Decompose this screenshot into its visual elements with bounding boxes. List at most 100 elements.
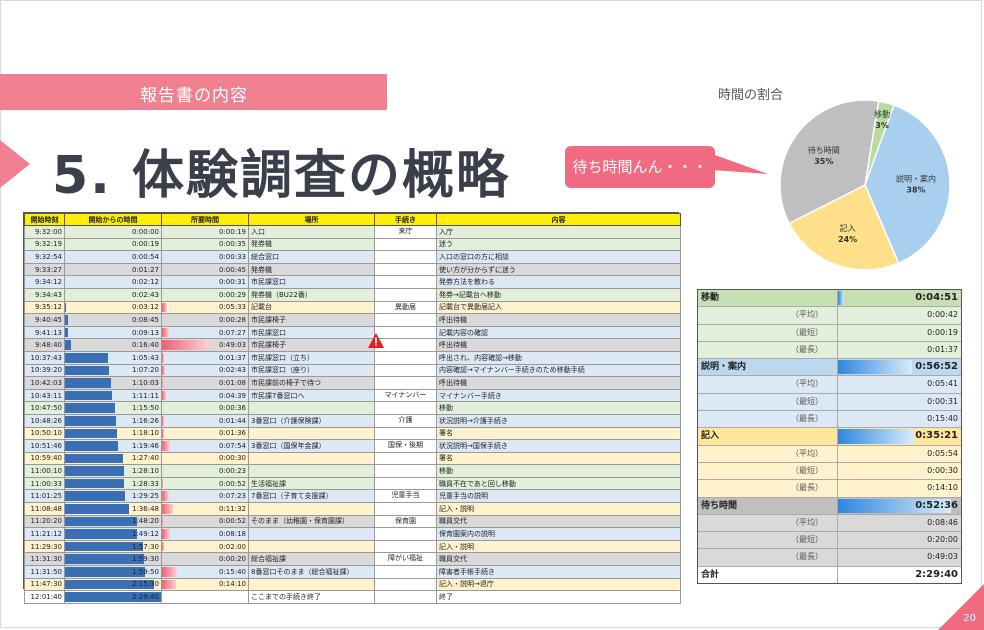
dur-cell: 0:15:40: [161, 565, 249, 579]
elapsed-text: 1:28:33: [132, 479, 159, 488]
start-cell: 9:34:12: [24, 275, 65, 289]
progress-bar: [65, 327, 68, 338]
summary-label: （平均）: [698, 307, 838, 324]
dur-text: 0:08:18: [219, 530, 246, 539]
start-text: 10:43:11: [30, 391, 62, 400]
start-text: 10:48:26: [30, 416, 62, 425]
summary-value-text: 0:00:19: [927, 327, 958, 337]
summary-row: 待ち時間 0:52:36: [698, 497, 961, 515]
summary-row: （平均） 0:05:41: [698, 376, 961, 394]
dur-cell: 0:00:45: [161, 262, 249, 277]
dur-cell: 0:00:33: [161, 250, 249, 264]
progress-bar: [65, 415, 116, 426]
place-text: 市民課窓口（立ち）: [251, 353, 314, 362]
progress-bar: [65, 529, 137, 539]
summary-value-text: 0:49:03: [927, 552, 958, 562]
dur-cell: 0:07:54: [161, 439, 249, 453]
progress-bar: [65, 352, 109, 363]
content-text: 状況説明→介護手続き: [439, 416, 508, 425]
table-row: 10:59:40 1:27:40 0:00:30 署名: [24, 451, 681, 466]
proc-cell: 児童手当: [374, 489, 437, 504]
content-text: 職員不在であと回し移動: [439, 479, 516, 488]
dur-text: 0:01:36: [219, 429, 246, 438]
proc-cell: [374, 590, 437, 604]
dur-text: 0:07:54: [219, 441, 246, 450]
elapsed-text: 0:01:27: [132, 265, 159, 274]
content-text: 記載台で異動届記入: [439, 303, 502, 312]
elapsed-text: 0:00:19: [132, 240, 159, 249]
progress-bar: [65, 491, 125, 502]
start-cell: 10:43:11: [24, 388, 65, 403]
start-text: 9:32:19: [35, 240, 62, 249]
elapsed-cell: 1:36:48: [64, 502, 162, 516]
summary-value: 0:00:30: [838, 463, 961, 479]
dur-text: 0:14:10: [219, 580, 246, 589]
place-cell: 記載台: [248, 300, 375, 315]
progress-bar: [162, 365, 165, 376]
place-cell: 7番窓口（子育て支援課）: [248, 489, 375, 504]
content-text: 発券→記載台へ移動: [439, 290, 501, 299]
summary-label: 待ち時間: [698, 497, 838, 514]
start-text: 9:33:27: [35, 265, 62, 274]
content-text: 内容確認→マイナンバー手続きのため移動手続: [439, 366, 585, 375]
start-text: 10:47:50: [30, 404, 62, 413]
place-cell: 3番窓口（介護保険課）: [248, 413, 375, 428]
progress-bar: [65, 378, 112, 388]
elapsed-cell: 1:16:26: [64, 413, 162, 428]
content-text: 職員交代: [439, 517, 467, 526]
elapsed-cell: 1:07:20: [64, 363, 162, 378]
start-cell: 9:32:19: [24, 237, 65, 252]
start-text: 10:39:20: [30, 366, 62, 375]
summary-value-text: 0:52:36: [915, 499, 958, 511]
start-cell: 11:00:10: [24, 464, 65, 478]
place-text: 生活福祉課: [251, 479, 286, 488]
elapsed-cell: 0:00:00: [64, 225, 162, 239]
content-cell: 呼出待機: [436, 313, 681, 327]
place-cell: 発券機（BU22番）: [248, 287, 375, 302]
content-cell: 呼出待機: [436, 376, 681, 390]
progress-bar: [65, 365, 110, 376]
warning-icon: [368, 333, 384, 348]
elapsed-text: 0:02:12: [132, 278, 159, 287]
column-header: 所要時間: [161, 213, 249, 226]
elapsed-text: 1:18:10: [132, 429, 159, 438]
progress-bar: [162, 504, 174, 514]
place-cell: [248, 451, 375, 466]
start-cell: 10:50:10: [24, 426, 65, 441]
place-cell: 市民課窓口: [248, 325, 375, 340]
place-text: 入口: [251, 227, 265, 236]
activity-table: 開始時刻 開始からの時間 所要時間 場所 手続き 内容 9:32:00 0:00:00 0:0…: [23, 212, 681, 604]
dur-text: 0:05:33: [219, 303, 246, 312]
summary-value-text: 0:00:30: [927, 465, 958, 475]
summary-value: 0:00:19: [838, 325, 961, 341]
place-cell: [248, 464, 375, 478]
progress-bar: [162, 491, 169, 502]
summary-row: （最長） 0:01:37: [698, 341, 961, 360]
progress-bar: [162, 390, 167, 401]
dur-cell: 0:00:29: [161, 287, 249, 302]
table-row: 9:41:13 0:09:13 0:07:27 市民課窓口 記載内容の確認: [24, 325, 681, 340]
summary-value: 0:14:10: [838, 480, 961, 496]
proc-cell: 来庁: [374, 225, 437, 239]
start-cell: 9:35:12: [24, 300, 65, 315]
progress-bar: [65, 315, 68, 325]
elapsed-text: 0:08:45: [132, 315, 159, 324]
elapsed-cell: 0:02:12: [64, 275, 162, 289]
dur-text: 0:01:08: [219, 378, 246, 387]
progress-bar: [162, 327, 169, 338]
arrow-marker: [0, 140, 30, 188]
summary-row: （最短） 0:20:00: [698, 532, 961, 550]
dur-cell: 0:04:39: [161, 388, 249, 403]
elapsed-text: 1:48:20: [132, 517, 159, 526]
dur-cell: 0:00:28: [161, 313, 249, 327]
elapsed-cell: 1:48:20: [64, 514, 162, 529]
content-cell: 呼出され、内容確認→移動: [436, 350, 681, 365]
progress-bar: [65, 478, 124, 489]
content-cell: 呼出待機: [436, 338, 681, 352]
table-row: 11:00:10 1:28:10 0:00:23 移動: [24, 464, 681, 478]
proc-text: マイナンバー: [384, 390, 427, 399]
place-cell: 市民課前の椅子で待つ: [248, 376, 375, 390]
elapsed-cell: 1:28:33: [64, 476, 162, 491]
start-cell: 10:59:40: [24, 451, 65, 466]
place-cell: 入口: [248, 225, 375, 239]
